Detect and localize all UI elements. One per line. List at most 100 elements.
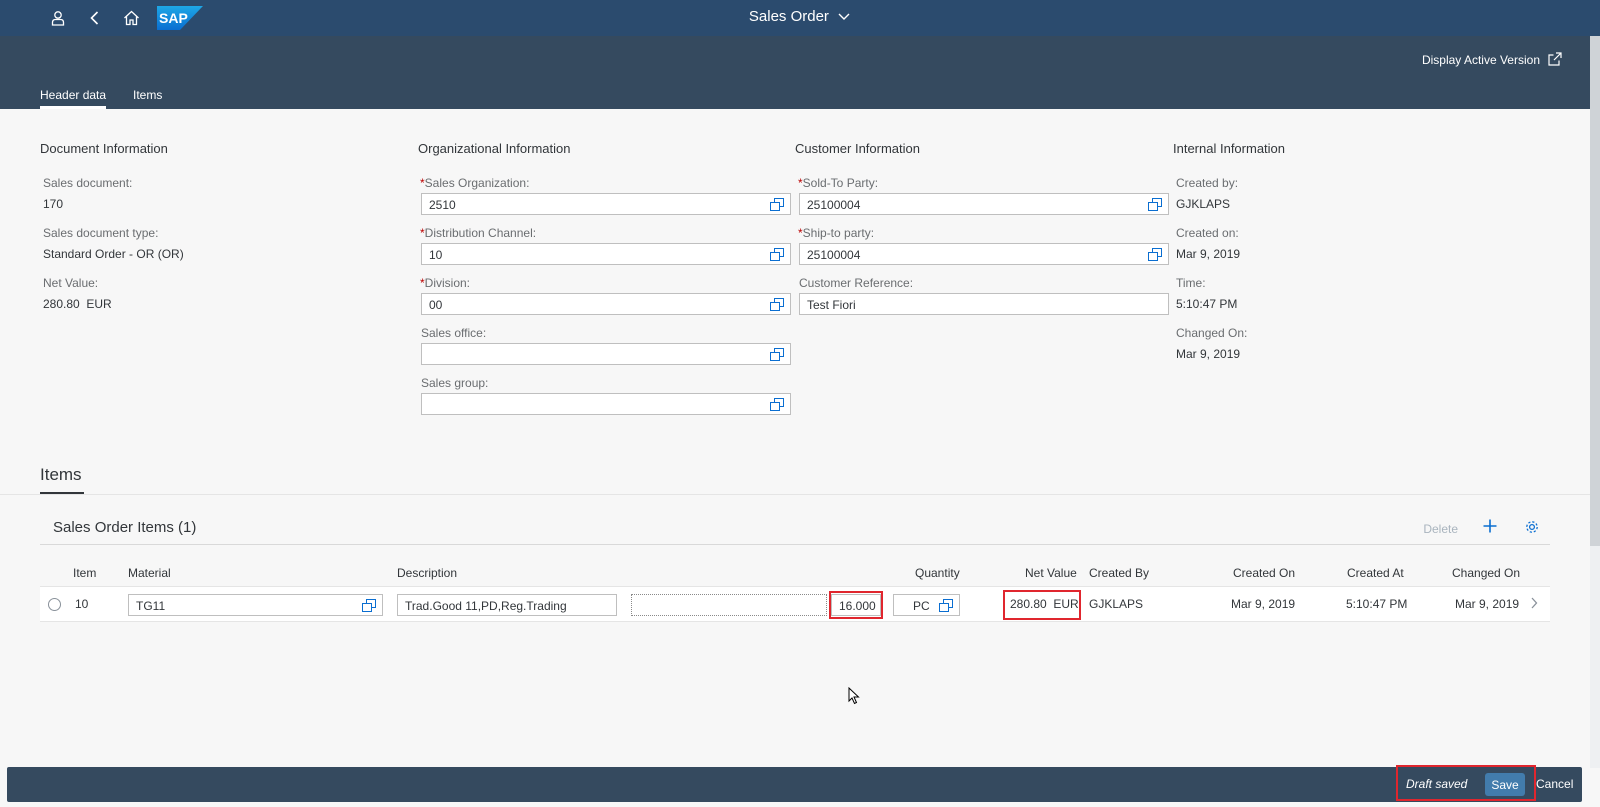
col-header-created-at[interactable]: Created At bbox=[1347, 566, 1404, 580]
scrollbar-thumb[interactable] bbox=[1590, 36, 1600, 546]
description-value: Trad.Good 11,PD,Reg.Trading bbox=[405, 599, 567, 613]
value-help-icon[interactable] bbox=[770, 248, 784, 261]
external-link-icon[interactable] bbox=[1548, 52, 1562, 69]
delete-button[interactable]: Delete bbox=[1423, 522, 1458, 536]
value-help-icon[interactable] bbox=[770, 198, 784, 211]
app-title: Sales Order bbox=[748, 8, 829, 25]
division-input[interactable]: 00 bbox=[421, 293, 791, 315]
sold-to-label-text: Sold-To Party: bbox=[802, 176, 879, 190]
col-header-quantity[interactable]: Quantity bbox=[915, 566, 960, 580]
table-settings-button[interactable] bbox=[1524, 519, 1540, 538]
value-help-icon[interactable] bbox=[1148, 198, 1162, 211]
value-help-icon[interactable] bbox=[770, 398, 784, 411]
dist-channel-value: 10 bbox=[429, 248, 443, 262]
value-help-icon[interactable] bbox=[939, 599, 953, 612]
row-created-by: GJKLAPS bbox=[1089, 597, 1144, 611]
sold-to-value: 25100004 bbox=[807, 198, 861, 212]
dist-channel-label-text: Distribution Channel: bbox=[424, 226, 537, 240]
row-changed-on: Mar 9, 2019 bbox=[1455, 597, 1520, 611]
col-header-created-by[interactable]: Created By bbox=[1089, 566, 1149, 580]
time-value: 5:10:47 PM bbox=[1176, 297, 1238, 311]
ship-to-value: 25100004 bbox=[807, 248, 861, 262]
row-select-radio[interactable] bbox=[48, 598, 61, 611]
footer-bar bbox=[7, 767, 1582, 802]
unit-input[interactable]: PC bbox=[893, 594, 960, 616]
tab-header-data[interactable]: Header data bbox=[40, 88, 107, 109]
user-icon[interactable] bbox=[46, 6, 70, 30]
object-header: Display Active Version Header data Items bbox=[0, 36, 1590, 109]
back-icon[interactable] bbox=[83, 6, 107, 30]
row-created-on: Mar 9, 2019 bbox=[1231, 597, 1296, 611]
sales-office-input[interactable] bbox=[421, 343, 791, 365]
row-item-number: 10 bbox=[75, 597, 89, 611]
table-row[interactable]: 10 TG11 Trad.Good 11,PD,Reg.Trading 16.0… bbox=[40, 586, 1550, 622]
document-info-title: Document Information bbox=[40, 141, 168, 156]
scrollbar-track[interactable] bbox=[1590, 546, 1600, 768]
sap-logo[interactable]: SAP bbox=[157, 6, 203, 30]
customer-ref-label: Customer Reference: bbox=[799, 276, 914, 290]
plus-icon bbox=[1483, 519, 1497, 533]
ship-to-label: *Ship-to party: bbox=[798, 226, 874, 240]
sales-org-label: *Sales Organization: bbox=[420, 176, 529, 190]
dist-channel-label: *Distribution Channel: bbox=[420, 226, 536, 240]
gear-icon bbox=[1526, 521, 1538, 533]
cancel-button[interactable]: Cancel bbox=[1536, 777, 1573, 791]
app-title-menu[interactable]: Sales Order bbox=[749, 8, 851, 25]
value-help-icon[interactable] bbox=[770, 348, 784, 361]
created-by-value: GJKLAPS bbox=[1176, 197, 1231, 211]
customer-info-title: Customer Information bbox=[795, 141, 920, 156]
net-value-label: Net Value: bbox=[43, 276, 99, 290]
material-input[interactable]: TG11 bbox=[128, 594, 383, 616]
chevron-down-icon bbox=[838, 13, 850, 20]
col-header-changed-on[interactable]: Changed On bbox=[1452, 566, 1520, 580]
customer-ref-value: Test Fiori bbox=[807, 298, 856, 312]
division-label-text: Division: bbox=[424, 276, 471, 290]
sales-org-label-text: Sales Organization: bbox=[424, 176, 530, 190]
value-help-icon[interactable] bbox=[362, 599, 376, 612]
sales-org-input[interactable]: 2510 bbox=[421, 193, 791, 215]
value-help-icon[interactable] bbox=[1148, 248, 1162, 261]
items-table-toolbar: Sales Order Items (1) Delete bbox=[40, 512, 1550, 545]
net-value-value: 280.80 EUR bbox=[43, 297, 112, 311]
col-header-net-value[interactable]: Net Value bbox=[1025, 566, 1077, 580]
value-help-icon[interactable] bbox=[770, 298, 784, 311]
net-value-highlight-box bbox=[1003, 590, 1081, 620]
sold-to-input[interactable]: 25100004 bbox=[799, 193, 1169, 215]
save-highlight-box bbox=[1396, 765, 1536, 801]
customer-ref-input[interactable]: Test Fiori bbox=[799, 293, 1169, 315]
sales-group-input[interactable] bbox=[421, 393, 791, 415]
sales-office-label: Sales office: bbox=[421, 326, 487, 340]
tab-items[interactable]: Items bbox=[133, 88, 162, 109]
doc-type-label: Sales document type: bbox=[43, 226, 159, 240]
section-divider bbox=[0, 494, 1590, 495]
created-on-label: Created on: bbox=[1176, 226, 1239, 240]
quantity-highlight-box bbox=[829, 591, 883, 619]
changed-on-value: Mar 9, 2019 bbox=[1176, 347, 1241, 361]
items-section-heading: Items bbox=[40, 465, 82, 484]
sales-org-value: 2510 bbox=[429, 198, 456, 212]
col-header-description[interactable]: Description bbox=[397, 566, 457, 580]
home-icon[interactable] bbox=[119, 6, 143, 30]
empty-dotted-field[interactable] bbox=[631, 594, 827, 616]
division-label: *Division: bbox=[420, 276, 470, 290]
dist-channel-input[interactable]: 10 bbox=[421, 243, 791, 265]
col-header-material[interactable]: Material bbox=[128, 566, 171, 580]
division-value: 00 bbox=[429, 298, 443, 312]
internal-info-title: Internal Information bbox=[1173, 141, 1286, 156]
add-item-button[interactable] bbox=[1482, 518, 1498, 537]
sales-document-label: Sales document: bbox=[43, 176, 133, 190]
created-by-label: Created by: bbox=[1176, 176, 1239, 190]
ship-to-input[interactable]: 25100004 bbox=[799, 243, 1169, 265]
ship-to-label-text: Ship-to party: bbox=[802, 226, 875, 240]
items-table-title: Sales Order Items (1) bbox=[53, 519, 197, 536]
chevron-right-icon[interactable] bbox=[1530, 597, 1538, 612]
display-active-version-link[interactable]: Display Active Version bbox=[1422, 53, 1540, 67]
col-header-created-on[interactable]: Created On bbox=[1233, 566, 1295, 580]
col-header-item[interactable]: Item bbox=[73, 566, 96, 580]
sap-logo-text: SAP bbox=[159, 10, 188, 26]
sales-group-label: Sales group: bbox=[421, 376, 489, 390]
shell-bar: SAP Sales Order bbox=[0, 0, 1600, 36]
changed-on-label: Changed On: bbox=[1176, 326, 1248, 340]
description-input[interactable]: Trad.Good 11,PD,Reg.Trading bbox=[397, 594, 617, 616]
mouse-pointer-icon bbox=[848, 686, 860, 708]
